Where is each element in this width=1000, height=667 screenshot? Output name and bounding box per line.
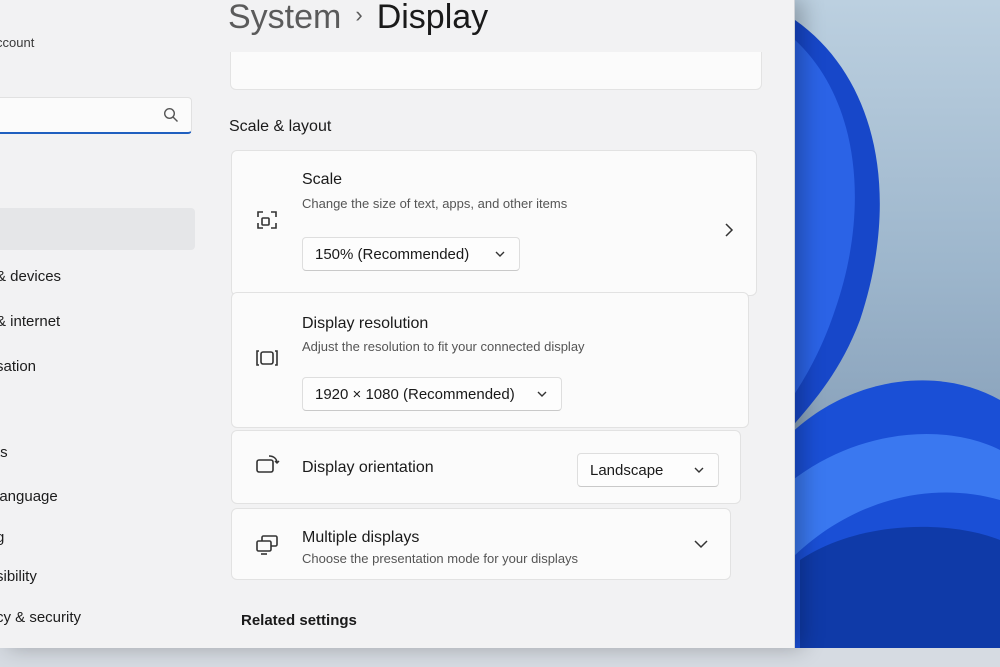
search-icon[interactable] <box>163 107 179 123</box>
resolution-value: 1920 × 1080 (Recommended) <box>315 385 515 403</box>
display-orientation-card[interactable]: Display orientation Landscape <box>231 430 741 504</box>
scale-icon <box>257 211 277 229</box>
taskbar <box>0 648 1000 667</box>
multiple-displays-description: Choose the presentation mode for your di… <box>302 551 579 566</box>
related-settings-heading: Related settings <box>241 612 357 629</box>
scale-card[interactable]: Scale Change the size of text, apps, and… <box>231 150 757 296</box>
display-resolution-card[interactable]: Display resolution Adjust the resolution… <box>231 292 749 428</box>
multiple-displays-card[interactable]: Multiple displays Choose the presentatio… <box>231 508 731 580</box>
nav-item-time-language[interactable]: language <box>0 488 58 505</box>
resolution-dropdown[interactable]: 1920 × 1080 (Recommended) <box>302 377 562 411</box>
chevron-down-icon <box>694 467 704 473</box>
breadcrumb-parent[interactable]: System <box>228 0 341 36</box>
chevron-down-icon[interactable] <box>694 539 708 549</box>
nav-item-accounts[interactable]: ts <box>0 444 8 461</box>
page-title: Display <box>376 0 489 36</box>
orientation-icon <box>256 455 280 473</box>
chevron-right-icon[interactable] <box>724 223 734 237</box>
multiple-displays-icon <box>256 535 278 555</box>
nav-item-selected[interactable] <box>0 208 195 250</box>
nav-item-privacy-security[interactable]: cy & security <box>0 609 81 626</box>
scale-value: 150% (Recommended) <box>315 245 470 263</box>
display-resolution-description: Adjust the resolution to fit your connec… <box>302 339 585 354</box>
resolution-icon <box>256 350 278 366</box>
breadcrumb: System › Display <box>228 0 488 37</box>
chevron-down-icon <box>495 251 505 257</box>
scale-title: Scale <box>302 171 343 188</box>
section-title: Scale & layout <box>229 118 332 135</box>
nav-item-network[interactable]: & internet <box>0 313 60 330</box>
settings-window: ccount & devices & internet sation ts la… <box>0 0 795 648</box>
display-resolution-title: Display resolution <box>302 315 429 332</box>
account-label: ccount <box>0 35 35 50</box>
multiple-displays-title: Multiple displays <box>302 529 420 546</box>
previous-setting-card[interactable] <box>230 52 762 90</box>
breadcrumb-separator: › <box>355 2 363 27</box>
content-pane: System › Display Scale & layout Scale Chan… <box>228 0 768 648</box>
chevron-down-icon <box>537 391 547 397</box>
navigation-pane: ccount & devices & internet sation ts la… <box>0 0 215 648</box>
orientation-value: Landscape <box>590 461 664 479</box>
nav-item-accessibility[interactable]: sibility <box>0 568 37 585</box>
scale-dropdown[interactable]: 150% (Recommended) <box>302 237 520 271</box>
nav-item-gaming[interactable]: g <box>0 529 4 546</box>
search-box[interactable] <box>0 97 192 134</box>
nav-item-personalisation[interactable]: sation <box>0 358 36 375</box>
scale-description: Change the size of text, apps, and other… <box>302 196 568 211</box>
orientation-dropdown[interactable]: Landscape <box>577 453 719 487</box>
search-input[interactable] <box>0 98 161 130</box>
display-orientation-title: Display orientation <box>302 459 434 476</box>
nav-item-devices[interactable]: & devices <box>0 268 61 285</box>
